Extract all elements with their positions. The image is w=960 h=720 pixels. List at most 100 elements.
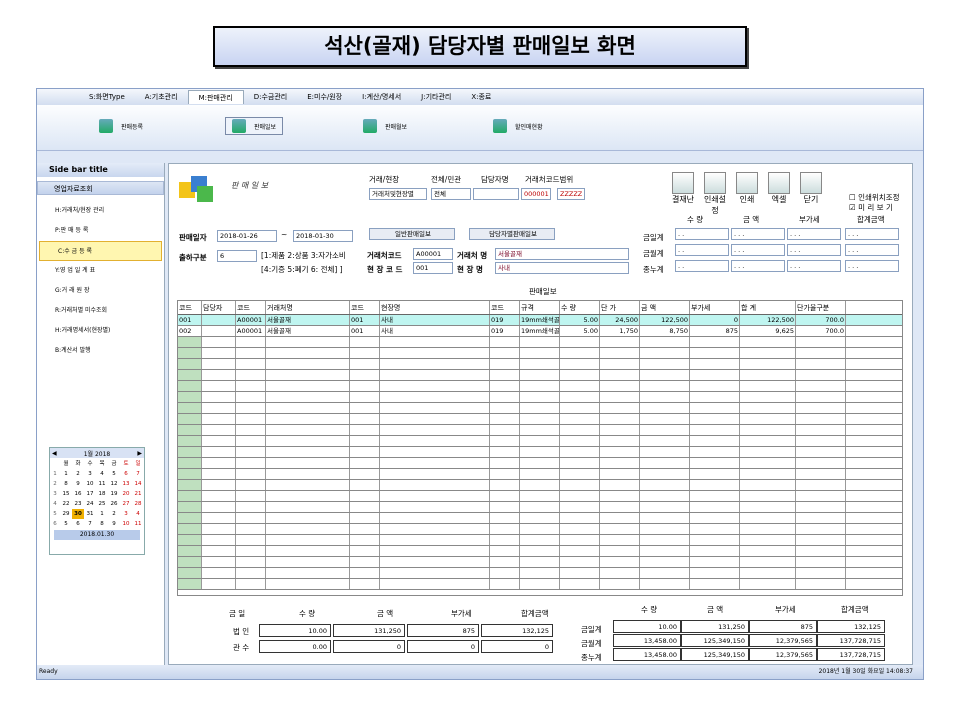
grid-cell[interactable] bbox=[560, 348, 600, 358]
grid-cell[interactable] bbox=[178, 469, 202, 479]
grid-cell[interactable] bbox=[796, 381, 846, 391]
grid-cell[interactable] bbox=[560, 414, 600, 424]
grid-cell[interactable] bbox=[600, 392, 640, 402]
toolbar-button-1[interactable]: 인쇄설정 bbox=[701, 172, 729, 215]
grid-cell[interactable] bbox=[796, 392, 846, 402]
grid-cell[interactable] bbox=[490, 568, 520, 578]
grid-cell[interactable]: 24,500 bbox=[600, 315, 640, 325]
grid-cell[interactable] bbox=[178, 535, 202, 545]
grid-cell[interactable] bbox=[202, 557, 236, 567]
toolbar-button-3[interactable]: 엑셀 bbox=[765, 172, 793, 208]
grid-cell[interactable] bbox=[690, 513, 740, 523]
grid-cell[interactable] bbox=[202, 337, 236, 347]
cal-day[interactable]: 10 bbox=[120, 519, 132, 529]
grid-cell[interactable] bbox=[690, 469, 740, 479]
grid-cell[interactable] bbox=[740, 469, 796, 479]
grid-cell[interactable] bbox=[560, 513, 600, 523]
grid-cell[interactable]: 122,500 bbox=[740, 315, 796, 325]
sidebar-item[interactable]: H:거래처/현장 관리 bbox=[37, 201, 164, 221]
table-row[interactable] bbox=[178, 524, 902, 535]
grid-cell[interactable] bbox=[266, 480, 350, 490]
grid-cell[interactable] bbox=[740, 491, 796, 501]
grid-cell[interactable] bbox=[690, 524, 740, 534]
grid-cell[interactable]: 875 bbox=[690, 326, 740, 336]
menu-item-3[interactable]: D:수금관리 bbox=[244, 90, 298, 104]
grid-cell[interactable] bbox=[178, 381, 202, 391]
table-row[interactable] bbox=[178, 579, 902, 590]
table-row[interactable] bbox=[178, 403, 902, 414]
grid-cell[interactable] bbox=[202, 480, 236, 490]
grid-cell[interactable] bbox=[266, 403, 350, 413]
grid-cell[interactable] bbox=[600, 348, 640, 358]
cal-day[interactable]: 2 bbox=[108, 509, 120, 519]
grid-cell[interactable] bbox=[266, 579, 350, 589]
grid-cell[interactable] bbox=[520, 524, 560, 534]
grid-cell[interactable] bbox=[490, 469, 520, 479]
grid-header-cell[interactable]: 수 량 bbox=[560, 301, 600, 314]
grid-cell[interactable] bbox=[640, 359, 690, 369]
grid-cell[interactable] bbox=[350, 557, 380, 567]
grid-cell[interactable] bbox=[202, 568, 236, 578]
menu-item-5[interactable]: I:계산/명세서 bbox=[352, 90, 411, 104]
grid-header-cell[interactable]: 코드 bbox=[178, 301, 202, 314]
grid-cell[interactable] bbox=[690, 546, 740, 556]
grid-cell[interactable] bbox=[266, 414, 350, 424]
grid-cell[interactable] bbox=[690, 491, 740, 501]
grid-cell[interactable] bbox=[796, 546, 846, 556]
grid-cell[interactable] bbox=[266, 568, 350, 578]
table-row[interactable] bbox=[178, 425, 902, 436]
grid-cell[interactable] bbox=[600, 546, 640, 556]
grid-cell[interactable] bbox=[796, 436, 846, 446]
prev-month-icon[interactable]: ◀ bbox=[52, 450, 57, 457]
grid-cell[interactable] bbox=[796, 579, 846, 589]
grid-cell[interactable] bbox=[796, 469, 846, 479]
grid-cell[interactable] bbox=[560, 535, 600, 545]
grid-cell[interactable] bbox=[266, 425, 350, 435]
cal-day[interactable]: 3 bbox=[120, 509, 132, 519]
grid-cell[interactable] bbox=[520, 392, 560, 402]
grid-cell[interactable] bbox=[202, 491, 236, 501]
grid-cell[interactable] bbox=[490, 535, 520, 545]
grid-cell[interactable]: 019 bbox=[490, 326, 520, 336]
grid-cell[interactable] bbox=[520, 535, 560, 545]
grid-cell[interactable] bbox=[236, 447, 266, 457]
grid-cell[interactable] bbox=[520, 513, 560, 523]
table-row[interactable] bbox=[178, 568, 902, 579]
grid-cell[interactable] bbox=[380, 414, 490, 424]
grid-cell[interactable] bbox=[520, 447, 560, 457]
grid-cell[interactable] bbox=[690, 337, 740, 347]
grid-header-cell[interactable]: 합 계 bbox=[740, 301, 796, 314]
cal-day[interactable]: 17 bbox=[84, 489, 96, 499]
table-row[interactable] bbox=[178, 546, 902, 557]
date-from[interactable]: 2018-01-26 bbox=[217, 230, 277, 242]
grid-cell[interactable] bbox=[796, 568, 846, 578]
grid-cell[interactable] bbox=[350, 524, 380, 534]
calendar[interactable]: ◀ 1월 2018 ▶ 월 화 수 목 금 토 일 1 1 2 3 4 5 6 7 2 8 9 10 11 12 13 14 3 1… bbox=[49, 447, 145, 555]
grid-cell[interactable] bbox=[640, 381, 690, 391]
grid-cell[interactable] bbox=[236, 557, 266, 567]
grid-cell[interactable] bbox=[236, 392, 266, 402]
table-row[interactable] bbox=[178, 469, 902, 480]
grid-cell[interactable] bbox=[236, 458, 266, 468]
grid-cell[interactable] bbox=[796, 535, 846, 545]
grid-cell[interactable]: 001 bbox=[178, 315, 202, 325]
grid-cell[interactable] bbox=[490, 392, 520, 402]
grid-cell[interactable] bbox=[600, 359, 640, 369]
grid-cell[interactable] bbox=[380, 469, 490, 479]
grid-cell[interactable] bbox=[490, 557, 520, 567]
grid-cell[interactable]: 1,750 bbox=[600, 326, 640, 336]
ribbon-button-1[interactable]: 판매일보 bbox=[225, 117, 284, 135]
grid-cell[interactable] bbox=[202, 425, 236, 435]
grid-cell[interactable] bbox=[796, 337, 846, 347]
grid-cell[interactable] bbox=[236, 579, 266, 589]
grid-cell[interactable] bbox=[236, 370, 266, 380]
grid-cell[interactable] bbox=[350, 458, 380, 468]
grid-cell[interactable] bbox=[178, 568, 202, 578]
grid-cell[interactable] bbox=[266, 546, 350, 556]
grid-cell[interactable] bbox=[640, 447, 690, 457]
cal-day[interactable]: 12 bbox=[108, 479, 120, 489]
cal-day[interactable]: 27 bbox=[120, 499, 132, 509]
grid-header-cell[interactable]: 거래처명 bbox=[266, 301, 350, 314]
grid-cell[interactable] bbox=[178, 447, 202, 457]
grid-cell[interactable] bbox=[266, 502, 350, 512]
